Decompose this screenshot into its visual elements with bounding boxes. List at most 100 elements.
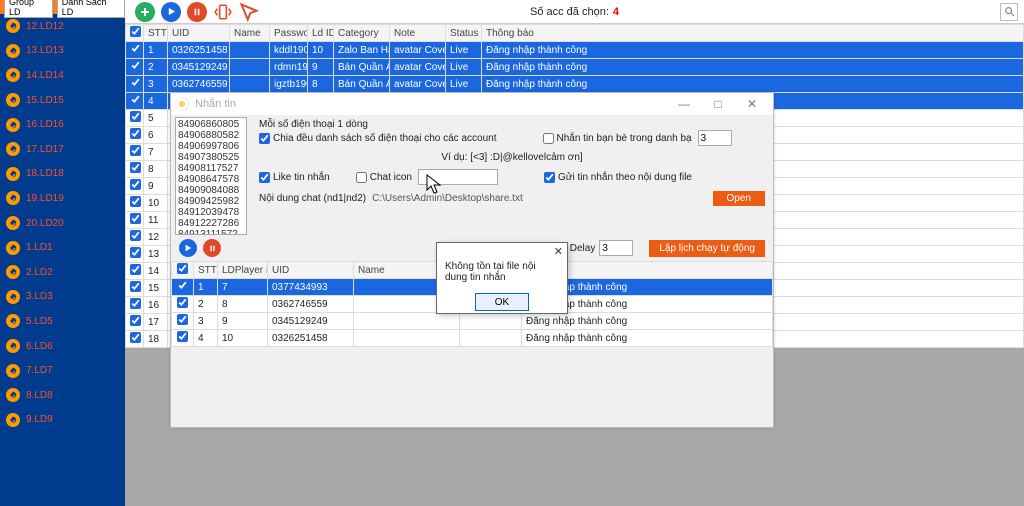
table-row[interactable]: 4100326251458Đăng nhập thành công (172, 330, 773, 347)
minimize-button[interactable]: — (667, 93, 701, 115)
table-header[interactable]: LDPlayer ID (218, 262, 268, 279)
sidebar-item-0[interactable]: 12.LD12 (0, 14, 125, 39)
ld-icon (6, 265, 20, 279)
delay-label: Delay (570, 243, 596, 254)
table-header[interactable]: UID (268, 262, 354, 279)
delay-input[interactable] (599, 240, 633, 256)
sidebar-item-label: 1.LD1 (26, 242, 53, 253)
table-row[interactable]: 20345129249rdmn199Bán Quần Áoavatar Cove… (126, 59, 1024, 76)
schedule-button[interactable]: Lập lịch chạy tự động (649, 240, 765, 257)
maximize-button[interactable]: □ (701, 93, 735, 115)
table-header[interactable]: Note (390, 25, 446, 42)
sidebar-item-15[interactable]: 8.LD8 (0, 383, 125, 408)
sidebar-item-13[interactable]: 6.LD6 (0, 334, 125, 359)
add-button[interactable] (135, 2, 155, 22)
table-row[interactable]: 10326251458kddl190…10Zalo Ban Hangavatar… (126, 42, 1024, 59)
sidebar-item-9[interactable]: 1.LD1 (0, 235, 125, 260)
chaticon-input[interactable] (418, 169, 498, 185)
ld-icon (6, 167, 20, 181)
content-label: Nội dung chat (nd1|nd2) (259, 193, 366, 204)
sidebar-item-label: 9.LD9 (26, 414, 53, 425)
sidebar-item-3[interactable]: 15.LD15 (0, 88, 125, 113)
example-text: Ví dụ: [<3] :D|@kellovelcảm ơn] (441, 152, 582, 163)
ld-icon (6, 19, 20, 33)
cursor-icon[interactable] (239, 2, 259, 22)
sidebar-item-label: 16.LD16 (26, 119, 64, 130)
sidebar-item-label: 14.LD14 (26, 70, 64, 81)
sidebar-item-7[interactable]: 19.LD19 (0, 186, 125, 211)
play-button[interactable] (161, 2, 181, 22)
sidebar-item-label: 7.LD7 (26, 365, 53, 376)
dialog-play-button[interactable] (179, 239, 197, 257)
sidebar-item-8[interactable]: 20.LD20 (0, 211, 125, 236)
sidebar-item-label: 6.LD6 (26, 341, 53, 352)
ld-icon (6, 142, 20, 156)
sidebar-item-1[interactable]: 13.LD13 (0, 39, 125, 64)
sidebar-item-label: 8.LD8 (26, 390, 53, 401)
ld-icon (6, 364, 20, 378)
chk-like[interactable]: Like tin nhắn (259, 172, 330, 183)
sidebar-item-11[interactable]: 3.LD3 (0, 285, 125, 310)
table-row[interactable]: 390345129249Đăng nhập thành công (172, 313, 773, 330)
chk-chaticon[interactable]: Chat icon (356, 172, 412, 183)
table-header[interactable] (172, 262, 194, 279)
ld-icon (6, 314, 20, 328)
sidebar-item-6[interactable]: 18.LD18 (0, 162, 125, 187)
table-header[interactable]: STT (144, 25, 168, 42)
sidebar-item-16[interactable]: 9.LD9 (0, 408, 125, 433)
ld-icon (6, 413, 20, 427)
ld-icon (6, 216, 20, 230)
ld-icon (6, 290, 20, 304)
ld-icon (6, 118, 20, 132)
table-header[interactable]: Name (230, 25, 270, 42)
sidebar-item-label: 3.LD3 (26, 291, 53, 302)
sidebar-item-label: 19.LD19 (26, 193, 64, 204)
table-row[interactable]: 30362746559igztb190…8Bán Quần Áoavatar C… (126, 76, 1024, 93)
open-file-button[interactable]: Open (713, 191, 765, 206)
sidebar-item-label: 12.LD12 (26, 21, 64, 32)
sidebar-item-2[interactable]: 14.LD14 (0, 63, 125, 88)
ld-icon (6, 241, 20, 255)
pause-button[interactable] (187, 2, 207, 22)
sidebar-item-label: 15.LD15 (26, 95, 64, 106)
alert-ok-button[interactable]: OK (475, 293, 529, 311)
ld-icon (6, 191, 20, 205)
table-header[interactable]: Status (446, 25, 482, 42)
alert-message: Không tồn tại file nội dung tin nhắn (437, 243, 567, 287)
file-path: C:\Users\Admin\Desktop\share.txt (372, 193, 523, 204)
sidebar-item-label: 5.LD5 (26, 316, 53, 327)
search-button[interactable] (1000, 3, 1018, 21)
alert-close-button[interactable]: ✕ (554, 245, 563, 258)
sidebar-item-label: 17.LD17 (26, 144, 64, 155)
dialog-title: Nhắn tin (195, 98, 236, 110)
sidebar: Group LD Danh Sách LD 12.LD1213.LD1314.L… (0, 0, 125, 506)
dialog-titlebar[interactable]: Nhắn tin — □ ✕ (171, 93, 773, 115)
sidebar-item-14[interactable]: 7.LD7 (0, 358, 125, 383)
table-header[interactable] (126, 25, 144, 42)
friends-count[interactable] (698, 130, 732, 146)
sidebar-item-4[interactable]: 16.LD16 (0, 112, 125, 137)
table-header[interactable]: Password (270, 25, 308, 42)
phone-list-textarea[interactable]: 84906860805 84906880582 84906997806 8490… (175, 117, 247, 235)
sidebar-item-12[interactable]: 5.LD5 (0, 309, 125, 334)
dialog-pause-button[interactable] (203, 239, 221, 257)
sidebar-item-label: 13.LD13 (26, 45, 64, 56)
alert-dialog: ✕ Không tồn tại file nội dung tin nhắn O… (436, 242, 568, 314)
ld-icon (6, 93, 20, 107)
table-header[interactable]: Thông báo (482, 25, 1024, 42)
dialog-icon (175, 97, 189, 111)
table-header[interactable]: STT (194, 262, 218, 279)
table-header[interactable]: Category (334, 25, 390, 42)
sidebar-item-5[interactable]: 17.LD17 (0, 137, 125, 162)
chk-split[interactable]: Chia đều danh sách số điện thoại cho các… (259, 133, 497, 144)
ld-icon (6, 68, 20, 82)
sidebar-item-10[interactable]: 2.LD2 (0, 260, 125, 285)
shake-icon[interactable] (213, 2, 233, 22)
close-button[interactable]: ✕ (735, 93, 769, 115)
chk-sendfile[interactable]: Gửi tin nhắn theo nội dung file (544, 172, 692, 183)
chk-friends[interactable]: Nhắn tin bạn bè trong danh bạ (543, 133, 692, 144)
sidebar-item-label: 20.LD20 (26, 218, 64, 229)
ld-icon (6, 388, 20, 402)
table-header[interactable]: Ld ID (308, 25, 334, 42)
table-header[interactable]: UID (168, 25, 230, 42)
